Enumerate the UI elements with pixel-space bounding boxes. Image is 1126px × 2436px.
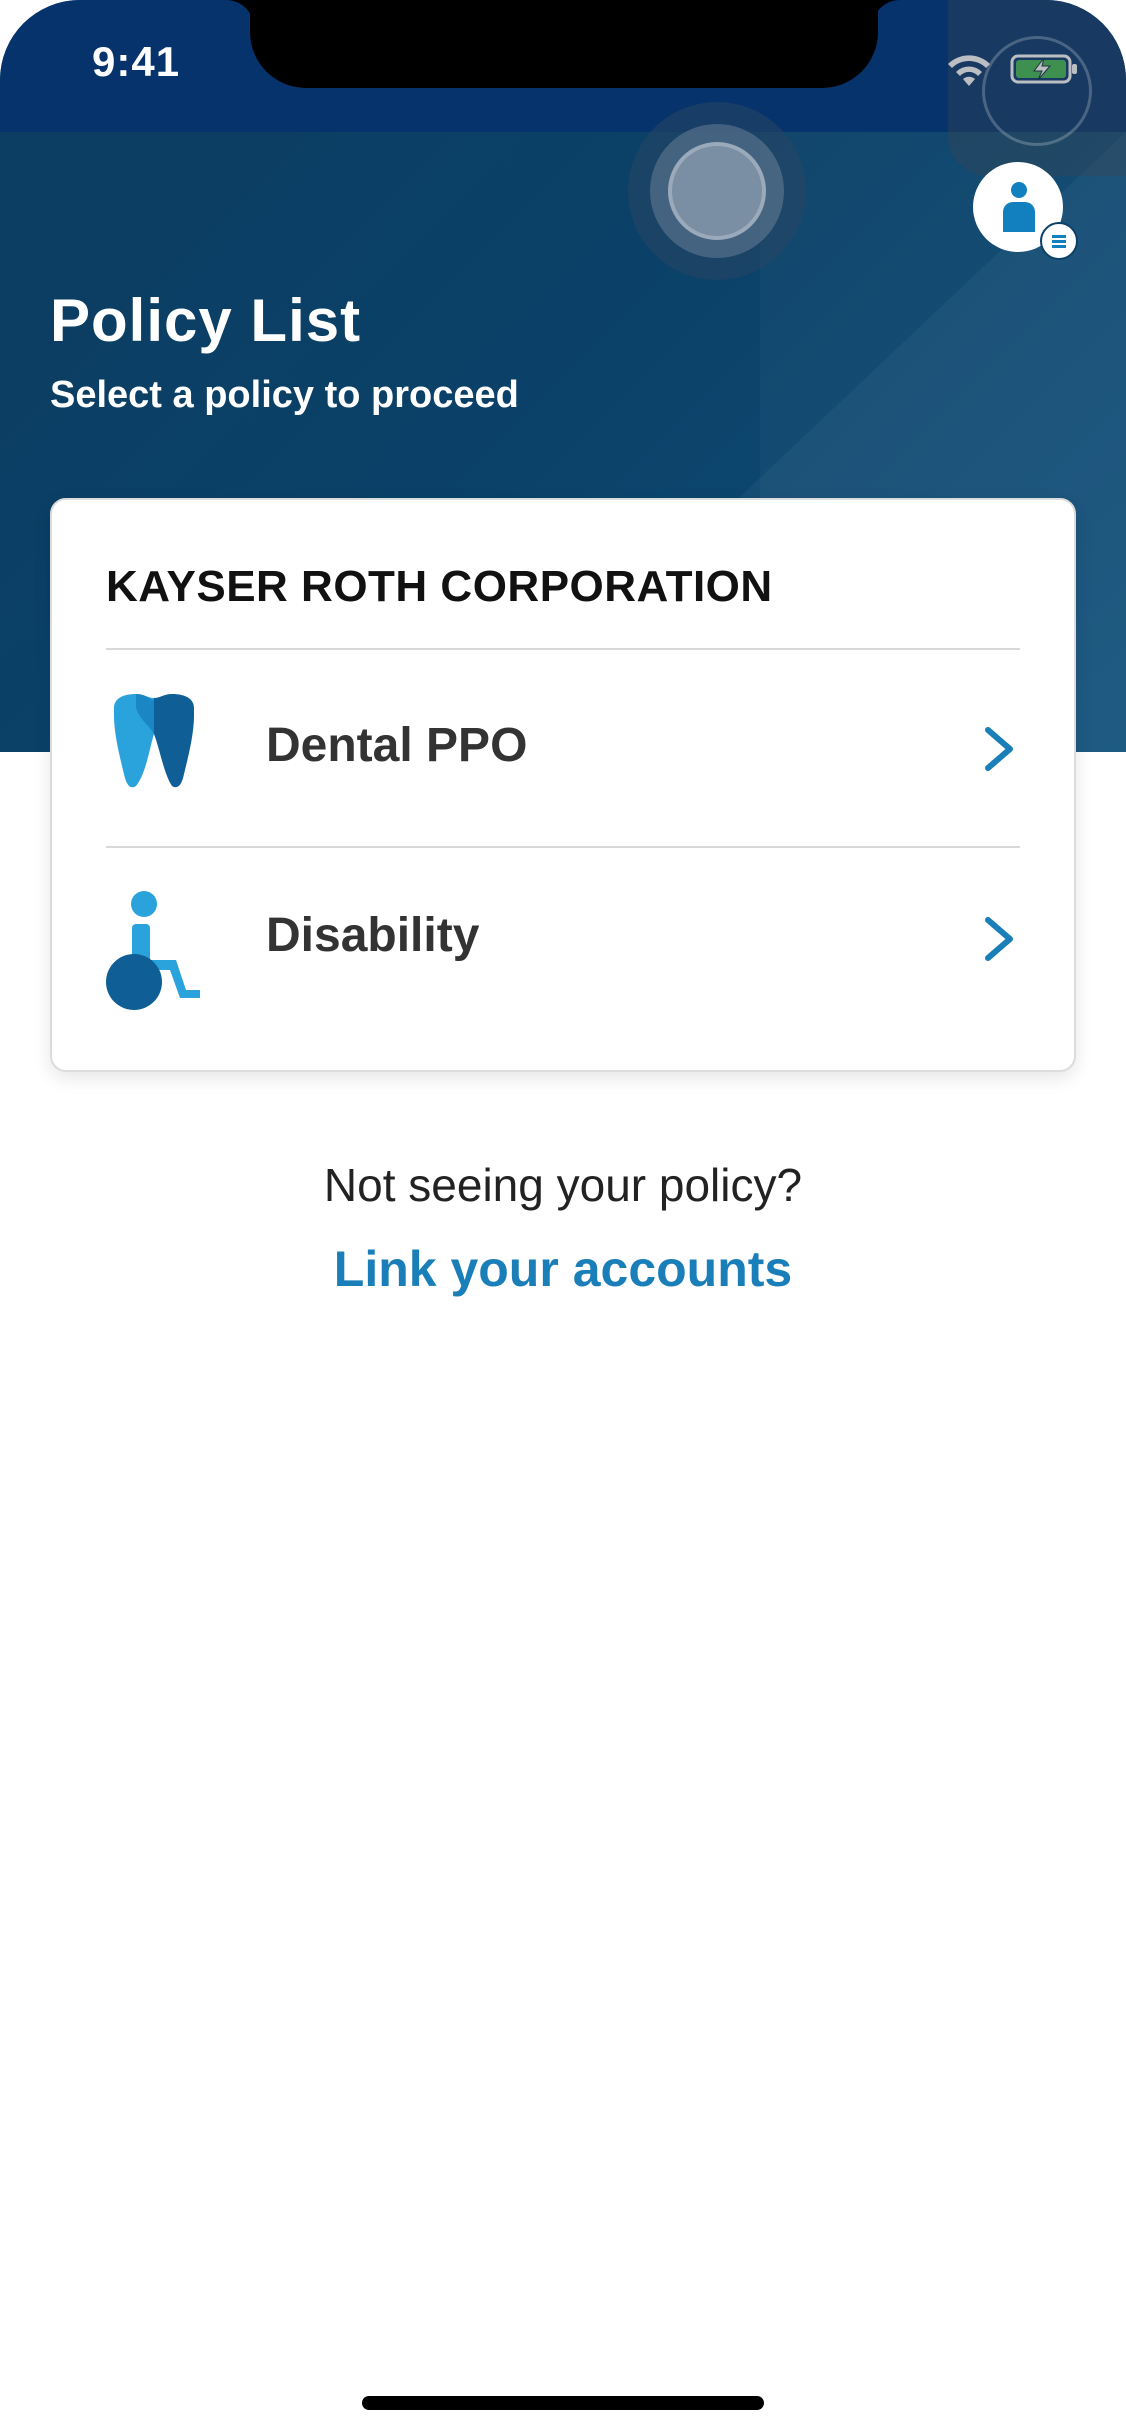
policy-label: Dental PPO: [266, 719, 528, 772]
chevron-right-icon: [985, 917, 1013, 961]
company-name: KAYSER ROTH CORPORATION: [106, 562, 773, 611]
notch: [250, 0, 878, 88]
policy-card: KAYSER ROTH CORPORATION Dental PPO Disab…: [50, 498, 1076, 1072]
page-subtitle: Select a policy to proceed: [50, 374, 519, 416]
app-screen: 9:41 Policy List Select a policy to proc…: [0, 0, 1126, 2436]
status-time: 9:41: [92, 38, 181, 85]
chevron-right-icon: [985, 727, 1013, 771]
person-icon: [1011, 182, 1027, 198]
menu-icon: [1040, 222, 1078, 260]
link-accounts-link[interactable]: Link your accounts: [0, 1240, 1126, 1298]
tooth-icon: [114, 694, 194, 788]
not-seeing-policy-text: Not seeing your policy?: [323, 1159, 803, 1211]
policy-label: Disability: [266, 909, 480, 962]
home-indicator[interactable]: [362, 2396, 764, 2410]
policy-row-disability[interactable]: Disability: [52, 848, 1074, 1048]
policy-row-dental[interactable]: Dental PPO: [52, 650, 1074, 850]
wheelchair-icon: [106, 891, 200, 1010]
page-title: Policy List: [50, 287, 362, 354]
assistive-touch-button[interactable]: [628, 102, 806, 280]
assistive-edge-button[interactable]: [948, 0, 1126, 176]
